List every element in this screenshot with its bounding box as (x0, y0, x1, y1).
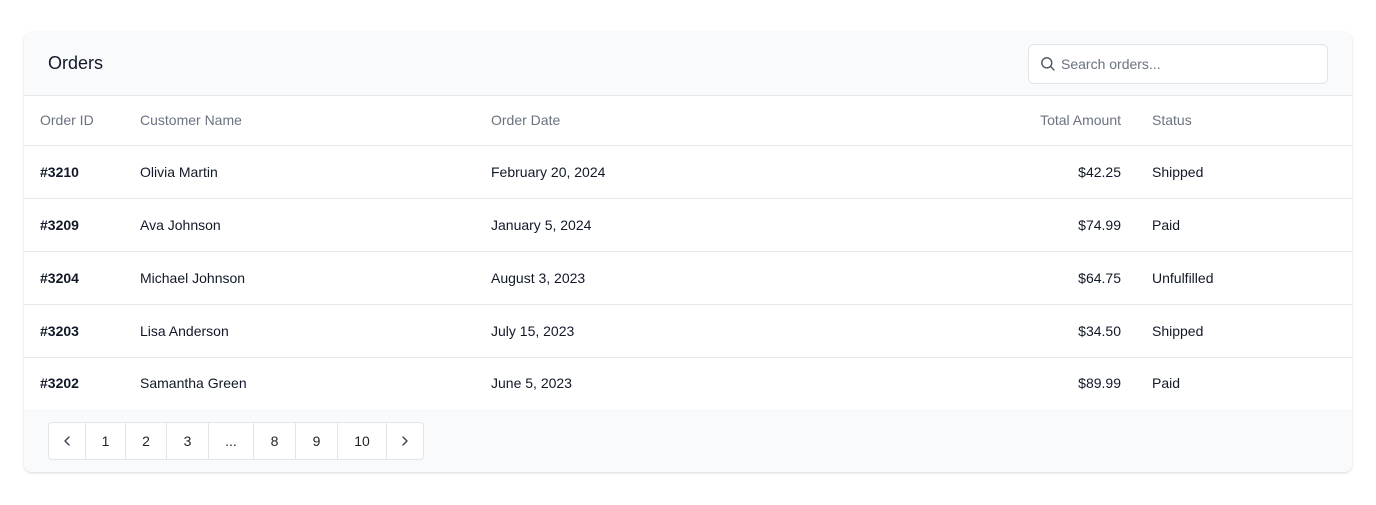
order-date-cell: February 20, 2024 (491, 145, 940, 199)
customer-name-cell: Samantha Green (140, 375, 247, 392)
previous-page-button[interactable] (49, 423, 86, 459)
customer-name-cell: Lisa Anderson (140, 304, 491, 358)
table-row[interactable]: #3202 Samantha Green June 5, 2023 $89.99… (24, 357, 1352, 409)
search-icon (1041, 57, 1055, 71)
order-id-cell: #3209 (24, 198, 140, 252)
orders-card: Orders Order ID Customer Name Order Date… (24, 32, 1352, 472)
search-box[interactable] (1028, 44, 1328, 84)
order-date-cell: August 3, 2023 (491, 251, 940, 305)
table-row[interactable]: #3204 Michael Johnson August 3, 2023 $64… (24, 251, 1352, 305)
total-amount-cell: $89.99 (1078, 375, 1121, 392)
total-amount-cell: $74.99 (940, 198, 1121, 252)
column-header-status[interactable]: Status (1121, 96, 1352, 146)
page-button-2[interactable]: 2 (126, 423, 167, 459)
card-header: Orders (24, 32, 1352, 96)
table-row[interactable]: #3203 Lisa Anderson July 15, 2023 $34.50… (24, 304, 1352, 358)
page-button-8[interactable]: 8 (254, 423, 296, 459)
column-header-customer-name[interactable]: Customer Name (140, 96, 491, 146)
status-cell: Shipped (1121, 145, 1352, 199)
table-row[interactable]: #3209 Ava Johnson January 5, 2024 $74.99… (24, 198, 1352, 252)
order-date-cell: July 15, 2023 (491, 304, 940, 358)
chevron-left-icon (64, 436, 70, 446)
page-title: Orders (48, 53, 104, 73)
pagination: 1 2 3 ... 8 9 10 (48, 422, 424, 460)
orders-table: Order ID Customer Name Order Date Total … (24, 96, 1352, 409)
table-row[interactable]: #3210 Olivia Martin February 20, 2024 $4… (24, 145, 1352, 199)
customer-name-cell: Olivia Martin (140, 145, 491, 199)
page-button-10[interactable]: 10 (338, 423, 387, 459)
chevron-right-icon (402, 436, 408, 446)
order-id-cell: #3203 (24, 304, 140, 358)
page-button-1[interactable]: 1 (86, 423, 126, 459)
status-cell: Unfulfilled (1121, 251, 1352, 305)
card-footer: 1 2 3 ... 8 9 10 (24, 409, 1352, 472)
status-cell: Shipped (1121, 304, 1352, 358)
order-id-cell: #3210 (24, 145, 140, 199)
page-button-9[interactable]: 9 (296, 423, 338, 459)
order-id-cell: #3204 (24, 251, 140, 305)
order-id-cell: #3202 (40, 375, 79, 392)
status-cell: Paid (1152, 375, 1181, 392)
total-amount-cell: $42.25 (940, 145, 1121, 199)
order-date-cell: June 5, 2023 (491, 375, 572, 392)
customer-name-cell: Ava Johnson (140, 198, 491, 252)
page-ellipsis: ... (209, 423, 254, 459)
column-header-order-id[interactable]: Order ID (24, 96, 140, 146)
table-header-row: Order ID Customer Name Order Date Total … (24, 96, 1352, 146)
total-amount-cell: $34.50 (940, 304, 1121, 358)
page-button-3[interactable]: 3 (167, 423, 209, 459)
next-page-button[interactable] (387, 423, 423, 459)
customer-name-cell: Michael Johnson (140, 251, 491, 305)
column-header-order-date[interactable]: Order Date (491, 96, 940, 146)
order-date-cell: January 5, 2024 (491, 198, 940, 252)
status-cell: Paid (1121, 198, 1352, 252)
column-header-total-amount[interactable]: Total Amount (940, 96, 1121, 146)
search-input[interactable] (1061, 45, 1323, 83)
total-amount-cell: $64.75 (940, 251, 1121, 305)
